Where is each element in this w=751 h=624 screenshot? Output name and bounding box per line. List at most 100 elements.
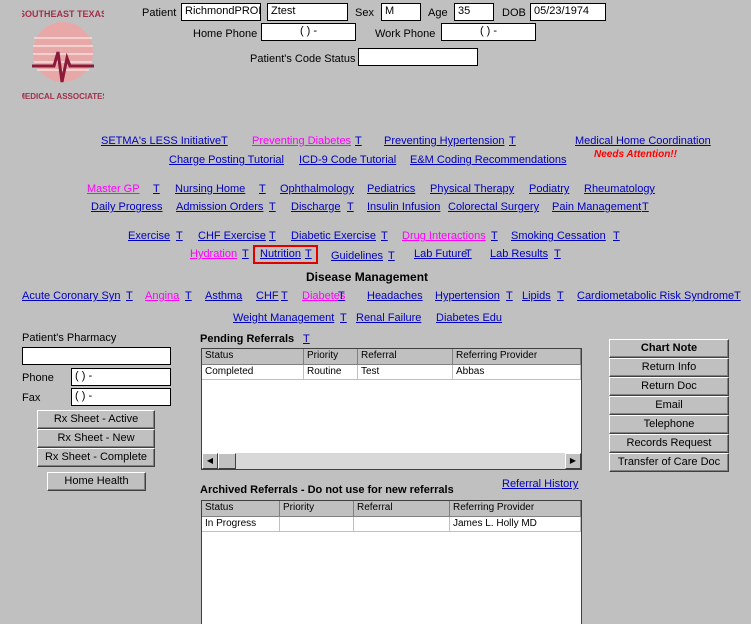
preventing-diabetes-link[interactable]: Preventing Diabetes — [252, 135, 351, 147]
tutorial-t-link[interactable]: T — [506, 290, 513, 302]
tutorial-t-link[interactable]: T — [340, 312, 347, 324]
acute-coronary-syn-link[interactable]: Acute Coronary Syn — [22, 290, 120, 302]
guidelines-link[interactable]: Guidelines — [331, 250, 383, 262]
nursing-home-link[interactable]: Nursing Home — [175, 183, 245, 195]
physical-therapy-link[interactable]: Physical Therapy — [430, 183, 514, 195]
diabetic-exercise-link[interactable]: Diabetic Exercise — [291, 230, 376, 242]
age-field[interactable]: 35 — [454, 3, 494, 21]
daily-progress-link[interactable]: Daily Progress — [91, 201, 163, 213]
rx-sheet-complete-button[interactable]: Rx Sheet - Complete — [37, 448, 155, 467]
scroll-thumb[interactable] — [218, 453, 236, 469]
dob-field[interactable]: 05/23/1974 — [530, 3, 606, 21]
tutorial-t-link[interactable]: T — [557, 290, 564, 302]
asthma-link[interactable]: Asthma — [205, 290, 242, 302]
column-header[interactable]: Status — [202, 349, 304, 365]
tutorial-t-link[interactable]: T — [269, 230, 276, 242]
column-header[interactable]: Status — [202, 501, 280, 517]
telephone-button[interactable]: Telephone — [609, 415, 729, 434]
tutorial-t-link[interactable]: T — [613, 230, 620, 242]
lab-results-link[interactable]: Lab Results — [490, 248, 548, 260]
tutorial-t-link[interactable]: T — [153, 183, 160, 195]
preventing-hypertension-link[interactable]: Preventing Hypertension — [384, 135, 504, 147]
column-header[interactable]: Referring Provider — [453, 349, 581, 365]
pending-referrals-t-link[interactable]: T — [303, 333, 310, 345]
pending-referrals-grid[interactable]: Status Priority Referral Referring Provi… — [201, 348, 582, 470]
insulin-infusion-link[interactable]: Insulin Infusion — [367, 201, 440, 213]
tutorial-t-link[interactable]: T — [176, 230, 183, 242]
tutorial-t-link[interactable]: T — [259, 183, 266, 195]
return-doc-button[interactable]: Return Doc — [609, 377, 729, 396]
scroll-left-icon[interactable]: ◀ — [202, 453, 218, 469]
headaches-link[interactable]: Headaches — [367, 290, 423, 302]
tutorial-t-link[interactable]: T — [355, 135, 362, 147]
icd-9-code-tutorial-link[interactable]: ICD-9 Code Tutorial — [299, 154, 396, 166]
cardiometabolic-risk-syndrome-link[interactable]: Cardiometabolic Risk Syndrome — [577, 290, 734, 302]
hypertension-link[interactable]: Hypertension — [435, 290, 500, 302]
tutorial-t-link[interactable]: T — [388, 250, 395, 262]
tutorial-t-link[interactable]: T — [734, 290, 741, 302]
pharmacy-fax-field[interactable]: ( ) - — [71, 388, 171, 406]
lipids-link[interactable]: Lipids — [522, 290, 551, 302]
tutorial-t-link[interactable]: T — [347, 201, 354, 213]
tutorial-t-link[interactable]: T — [381, 230, 388, 242]
home-phone-field[interactable]: ( ) - — [261, 23, 356, 41]
records-request-button[interactable]: Records Request — [609, 434, 729, 453]
horizontal-scrollbar[interactable]: ◀ ▶ — [202, 453, 581, 469]
sex-field[interactable]: M — [381, 3, 421, 21]
chf-link[interactable]: CHF — [256, 290, 279, 302]
rx-sheet-new-button[interactable]: Rx Sheet - New — [37, 429, 155, 448]
tutorial-t-link[interactable]: T — [642, 201, 649, 213]
admission-orders-link[interactable]: Admission Orders — [176, 201, 263, 213]
tutorial-t-link[interactable]: T — [465, 248, 472, 260]
column-header[interactable]: Referral — [354, 501, 450, 517]
tutorial-t-link[interactable]: T — [269, 201, 276, 213]
pharmacy-field[interactable] — [22, 347, 171, 365]
pharmacy-phone-field[interactable]: ( ) - — [71, 368, 171, 386]
master-gp-link[interactable]: Master GP — [87, 183, 140, 195]
chf-exercise-link[interactable]: CHF Exercise — [198, 230, 266, 242]
hydration-link[interactable]: Hydration — [190, 248, 237, 260]
chart-note-button[interactable]: Chart Note — [609, 339, 729, 358]
podiatry-link[interactable]: Podiatry — [529, 183, 569, 195]
column-header[interactable]: Referral — [358, 349, 453, 365]
column-header[interactable]: Priority — [280, 501, 354, 517]
rheumatology-link[interactable]: Rheumatology — [584, 183, 655, 195]
exercise-link[interactable]: Exercise — [128, 230, 170, 242]
tutorial-t-link[interactable]: T — [221, 135, 228, 147]
tutorial-t-link[interactable]: T — [126, 290, 133, 302]
setma-s-less-initiative-link[interactable]: SETMA's LESS Initiative — [101, 135, 221, 147]
drug-interactions-link[interactable]: Drug Interactions — [402, 230, 486, 242]
scroll-right-icon[interactable]: ▶ — [565, 453, 581, 469]
patient-last-name-field[interactable]: RichmondPROD — [181, 3, 261, 21]
pain-management-link[interactable]: Pain Management — [552, 201, 641, 213]
work-phone-field[interactable]: ( ) - — [441, 23, 536, 41]
lab-future-link[interactable]: Lab Future — [414, 248, 467, 260]
renal-failure-link[interactable]: Renal Failure — [356, 312, 421, 324]
tutorial-t-link[interactable]: T — [491, 230, 498, 242]
smoking-cessation-link[interactable]: Smoking Cessation — [511, 230, 606, 242]
charge-posting-tutorial-link[interactable]: Charge Posting Tutorial — [169, 154, 284, 166]
tutorial-t-link[interactable]: T — [185, 290, 192, 302]
code-status-field[interactable] — [358, 48, 478, 66]
tutorial-t-link[interactable]: T — [281, 290, 288, 302]
medical-home-coordination-link[interactable]: Medical Home Coordination — [575, 135, 711, 147]
referral-history-link[interactable]: Referral History — [502, 478, 578, 490]
transfer-of-care-doc-button[interactable]: Transfer of Care Doc — [609, 453, 729, 472]
tutorial-t-link[interactable]: T — [509, 135, 516, 147]
ophthalmology-link[interactable]: Ophthalmology — [280, 183, 354, 195]
archived-referrals-grid[interactable]: Status Priority Referral Referring Provi… — [201, 500, 582, 624]
pediatrics-link[interactable]: Pediatrics — [367, 183, 415, 195]
home-health-button[interactable]: Home Health — [47, 472, 146, 491]
weight-management-link[interactable]: Weight Management — [233, 312, 334, 324]
patient-first-name-field[interactable]: Ztest — [267, 3, 348, 21]
tutorial-t-link[interactable]: T — [338, 290, 345, 302]
angina-link[interactable]: Angina — [145, 290, 179, 302]
column-header[interactable]: Referring Provider — [450, 501, 581, 517]
e-m-coding-recommendations-link[interactable]: E&M Coding Recommendations — [410, 154, 567, 166]
discharge-link[interactable]: Discharge — [291, 201, 341, 213]
tutorial-t-link[interactable]: T — [554, 248, 561, 260]
return-info-button[interactable]: Return Info — [609, 358, 729, 377]
email-button[interactable]: Email — [609, 396, 729, 415]
column-header[interactable]: Priority — [304, 349, 358, 365]
colorectal-surgery-link[interactable]: Colorectal Surgery — [448, 201, 539, 213]
